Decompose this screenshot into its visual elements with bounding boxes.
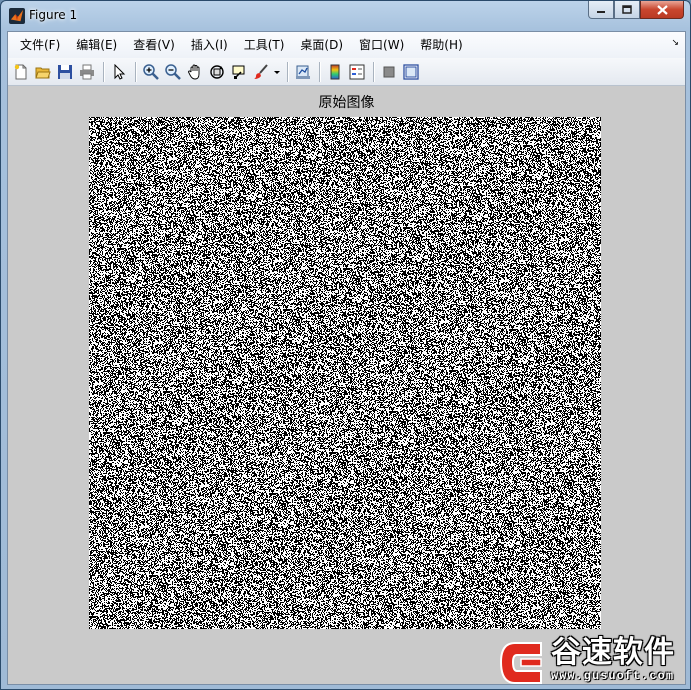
menu-help[interactable]: 帮助(H) (412, 32, 470, 58)
new-figure-button[interactable] (11, 61, 31, 83)
brush-icon (254, 63, 268, 79)
matlab-icon (9, 8, 25, 24)
zoom-out-button[interactable] (163, 61, 183, 83)
menu-view[interactable]: 查看(V) (125, 32, 183, 58)
window-title: Figure 1 (29, 8, 78, 22)
toolbar-separator (103, 61, 105, 82)
dock-arrow-icon[interactable]: ↘ (671, 38, 679, 48)
window-controls (588, 1, 684, 19)
new-figure-icon (14, 64, 27, 79)
save-icon (58, 64, 72, 79)
brush-dropdown-button[interactable] (273, 61, 281, 83)
menu-bar: 文件(F) 编辑(E) 查看(V) 插入(I) 工具(T) 桌面(D) 窗口(W… (8, 32, 685, 58)
colorbar-button[interactable] (325, 61, 345, 83)
pointer-icon (114, 63, 126, 80)
menu-tools[interactable]: 工具(T) (236, 32, 293, 58)
rotate-3d-button[interactable] (207, 61, 227, 83)
figure-window: Figure 1 文件(F) 编辑(E) 查看(V) 插入(I) 工具(T) 桌… (0, 0, 691, 690)
legend-icon (349, 64, 365, 79)
link-plot-button[interactable] (293, 61, 313, 83)
title-bar[interactable]: Figure 1 (1, 1, 690, 31)
link-plot-icon (296, 65, 310, 79)
brush-button[interactable] (251, 61, 271, 83)
toolbar-separator (287, 61, 289, 82)
colorbar-icon (330, 64, 340, 79)
edit-plot-button[interactable] (109, 61, 129, 83)
figure-client-area: 文件(F) 编辑(E) 查看(V) 插入(I) 工具(T) 桌面(D) 窗口(W… (7, 31, 686, 685)
toolbar-separator (319, 61, 321, 82)
open-file-icon (35, 67, 51, 78)
data-cursor-button[interactable] (229, 61, 249, 83)
close-icon (656, 4, 668, 15)
print-button[interactable] (77, 61, 97, 83)
rotate-3d-icon (210, 64, 224, 79)
show-plot-tools-icon (403, 63, 419, 80)
figure-toolbar (8, 58, 685, 86)
show-plot-tools-button[interactable] (401, 61, 421, 83)
maximize-icon (622, 5, 632, 14)
save-button[interactable] (55, 61, 75, 83)
menu-edit[interactable]: 编辑(E) (68, 32, 125, 58)
axes-title: 原始图像 (318, 95, 375, 111)
pan-button[interactable] (185, 61, 205, 83)
zoom-in-icon (143, 63, 159, 80)
open-file-button[interactable] (33, 61, 53, 83)
close-button[interactable] (640, 1, 684, 19)
watermark-name: 谷速软件 (551, 635, 675, 670)
noise-image[interactable] (89, 117, 601, 629)
menu-desktop[interactable]: 桌面(D) (292, 32, 351, 58)
watermark: 谷速软件 www.gusuoft.com (497, 635, 687, 689)
zoom-in-button[interactable] (141, 61, 161, 83)
watermark-logo-icon (497, 637, 549, 687)
menu-insert[interactable]: 插入(I) (183, 32, 236, 58)
minimize-button[interactable] (588, 1, 614, 19)
chevron-down-icon (274, 70, 280, 74)
toolbar-separator (373, 61, 375, 82)
toolbar-separator (135, 61, 137, 82)
hide-plot-tools-icon (383, 66, 395, 77)
watermark-url: www.gusuoft.com (551, 669, 675, 683)
hide-plot-tools-button[interactable] (379, 61, 399, 83)
legend-button[interactable] (347, 61, 367, 83)
maximize-button[interactable] (614, 1, 640, 19)
pan-icon (188, 64, 200, 79)
menu-file[interactable]: 文件(F) (12, 32, 68, 58)
minimize-icon (597, 10, 605, 13)
menu-window[interactable]: 窗口(W) (351, 32, 412, 58)
zoom-out-icon (165, 63, 181, 80)
print-icon (80, 64, 94, 79)
watermark-text: 谷速软件 www.gusuoft.com (551, 635, 675, 689)
data-cursor-icon (232, 65, 245, 79)
